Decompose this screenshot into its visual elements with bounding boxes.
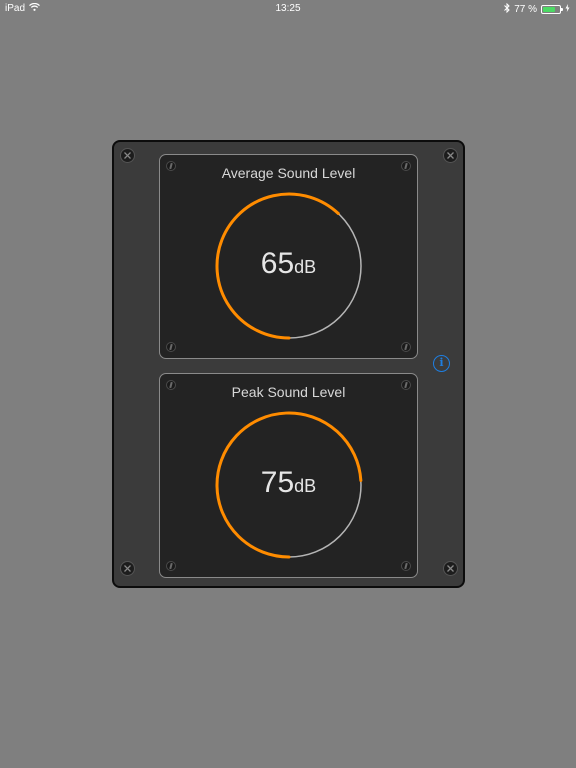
screw-icon xyxy=(120,561,135,576)
screw-icon xyxy=(166,561,176,571)
meter-value: 75 xyxy=(260,466,295,499)
status-bar: iPad 13:25 77 % xyxy=(0,0,576,18)
battery-percent: 77 % xyxy=(514,4,537,15)
meter-unit: dB xyxy=(294,257,317,277)
info-icon: i xyxy=(439,356,444,369)
meter-title: Peak Sound Level xyxy=(231,384,346,400)
info-button[interactable]: i xyxy=(433,355,450,372)
meter-value: 65 xyxy=(260,247,295,280)
peak-meter: Peak Sound Level 75dB xyxy=(159,373,418,578)
meter-reading: 75dB xyxy=(160,466,417,500)
average-meter: Average Sound Level 65dB xyxy=(159,154,418,359)
bluetooth-icon xyxy=(504,2,510,16)
screw-icon xyxy=(401,342,411,352)
meter-unit: dB xyxy=(294,476,317,496)
meter-panel: Average Sound Level 65dB Peak Sound Leve… xyxy=(112,140,465,588)
meter-title: Average Sound Level xyxy=(221,165,356,181)
screw-icon xyxy=(166,342,176,352)
meter-reading: 65dB xyxy=(160,247,417,281)
battery-icon xyxy=(541,5,563,14)
charging-icon xyxy=(565,4,570,15)
screw-icon xyxy=(120,148,135,163)
screw-icon xyxy=(443,148,458,163)
screw-icon xyxy=(401,561,411,571)
screw-icon xyxy=(443,561,458,576)
status-time: 13:25 xyxy=(275,3,301,14)
